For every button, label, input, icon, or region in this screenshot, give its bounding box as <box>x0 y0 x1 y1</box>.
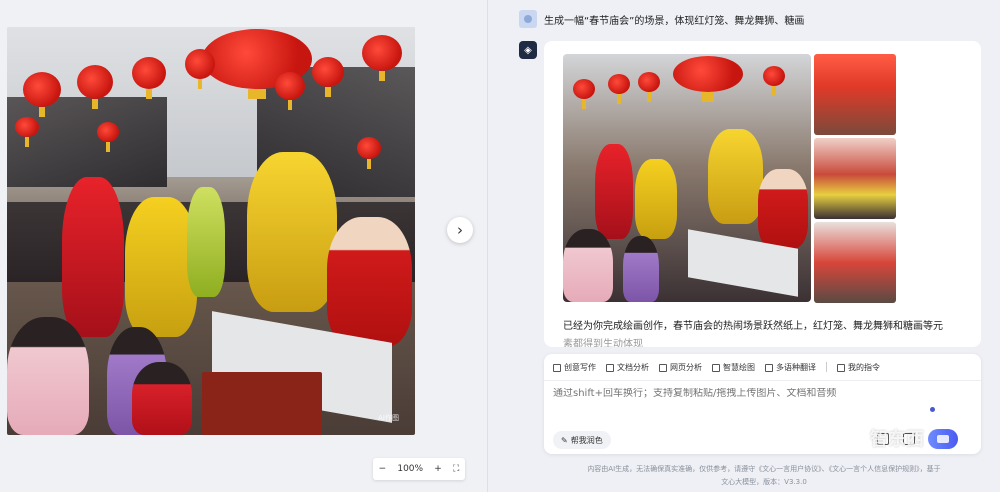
child-purple <box>623 236 659 302</box>
bot-avatar-icon: ◈ <box>519 41 537 59</box>
lantern <box>357 137 381 169</box>
child-pink <box>7 317 89 435</box>
candy-artist <box>758 169 808 249</box>
lantern <box>23 72 61 117</box>
polish-button[interactable]: ✎ 帮我润色 <box>553 431 611 449</box>
yellow-lion-dancer-big <box>247 152 337 312</box>
send-button[interactable] <box>928 429 958 449</box>
sparkle-icon: ✎ <box>561 435 568 445</box>
user-message-row: 生成一幅“春节庙会”的场景，体现红灯笼、舞龙舞狮、糖画 <box>519 10 804 28</box>
ai-generated-tag: AI作图 <box>378 414 399 422</box>
tool-smart-drawing[interactable]: 智慧绘图 <box>712 362 755 373</box>
lantern <box>275 72 305 110</box>
tool-creative-writing[interactable]: 创意写作 <box>553 362 596 373</box>
tool-web-analysis[interactable]: 网页分析 <box>659 362 702 373</box>
zoom-level: 100% <box>397 464 424 474</box>
lantern <box>573 79 595 109</box>
translate-icon <box>765 363 773 372</box>
child-red <box>132 362 192 435</box>
yellow-lion-dancer <box>635 159 677 239</box>
lantern <box>312 57 344 97</box>
bot-reply-text-continued: 素都得到生动体现 <box>563 339 643 347</box>
chat-input[interactable] <box>553 388 933 399</box>
pencil-icon <box>553 363 561 372</box>
lantern <box>638 72 660 102</box>
disclaimer: 内容由AI生成，无法确保真实准确，仅供参考，请遵守《文心一言用户协议》、《文心一… <box>587 465 941 486</box>
lantern <box>77 65 113 109</box>
chat-pane: 生成一幅“春节庙会”的场景，体现红灯笼、舞龙舞狮、糖画 ◈ 已经为你完成绘画创作… <box>488 0 1000 492</box>
bot-reply-card: 已经为你完成绘画创作，春节庙会的热闹场景跃然纸上，红灯笼、舞龙舞狮和糖画等元 素… <box>544 41 981 347</box>
tool-row: 创意写作 文档分析 网页分析 智慧绘图 多语种翻译 我的指令 <box>553 362 880 373</box>
tool-translation[interactable]: 多语种翻译 <box>765 362 816 373</box>
generated-image-thumb-3[interactable] <box>814 222 896 303</box>
web-icon <box>659 363 667 372</box>
lantern <box>763 66 785 96</box>
lantern <box>673 56 743 102</box>
yellow-lion-dancer-big <box>708 129 763 224</box>
lantern <box>608 74 630 104</box>
zoom-controls: − 100% + ⛶ <box>373 458 465 480</box>
generated-image-main[interactable] <box>563 54 811 302</box>
document-icon <box>606 363 614 372</box>
tool-document-analysis[interactable]: 文档分析 <box>606 362 649 373</box>
generated-image-thumb-1[interactable] <box>814 54 896 135</box>
green-lion-dancer <box>187 187 225 297</box>
lantern <box>132 57 166 99</box>
bot-reply-text: 已经为你完成绘画创作，春节庙会的热闹场景跃然纸上，红灯笼、舞龙舞狮和糖画等元 <box>563 321 943 332</box>
command-icon <box>837 363 845 372</box>
candy-artist <box>327 217 412 347</box>
toolbar-divider <box>544 380 981 381</box>
lantern <box>97 122 119 152</box>
lantern <box>362 35 402 81</box>
image-preview-pane: AI作图 › − 100% + ⛶ <box>0 0 487 492</box>
next-image-button[interactable]: › <box>447 217 473 243</box>
tool-my-commands[interactable]: 我的指令 <box>837 362 880 373</box>
roof-left <box>7 97 167 187</box>
status-dot <box>930 407 935 412</box>
tool-separator <box>826 362 827 372</box>
watermark: 智东西 <box>870 429 924 450</box>
brush-icon <box>712 363 720 372</box>
zoom-out-button[interactable]: − <box>379 464 387 474</box>
chevron-right-icon: › <box>457 221 463 239</box>
generated-image-large[interactable]: AI作图 <box>7 27 415 435</box>
fullscreen-icon[interactable]: ⛶ <box>453 464 459 474</box>
red-lion-dancer <box>595 144 633 239</box>
cart <box>202 372 322 435</box>
generated-image-thumb-2[interactable] <box>814 138 896 219</box>
user-avatar <box>519 10 537 28</box>
lantern <box>185 49 215 89</box>
child-pink <box>563 229 613 302</box>
lantern <box>15 117 39 147</box>
zoom-in-button[interactable]: + <box>434 464 442 474</box>
user-message: 生成一幅“春节庙会”的场景，体现红灯笼、舞龙舞狮、糖画 <box>544 15 805 27</box>
red-lion-dancer <box>62 177 124 337</box>
